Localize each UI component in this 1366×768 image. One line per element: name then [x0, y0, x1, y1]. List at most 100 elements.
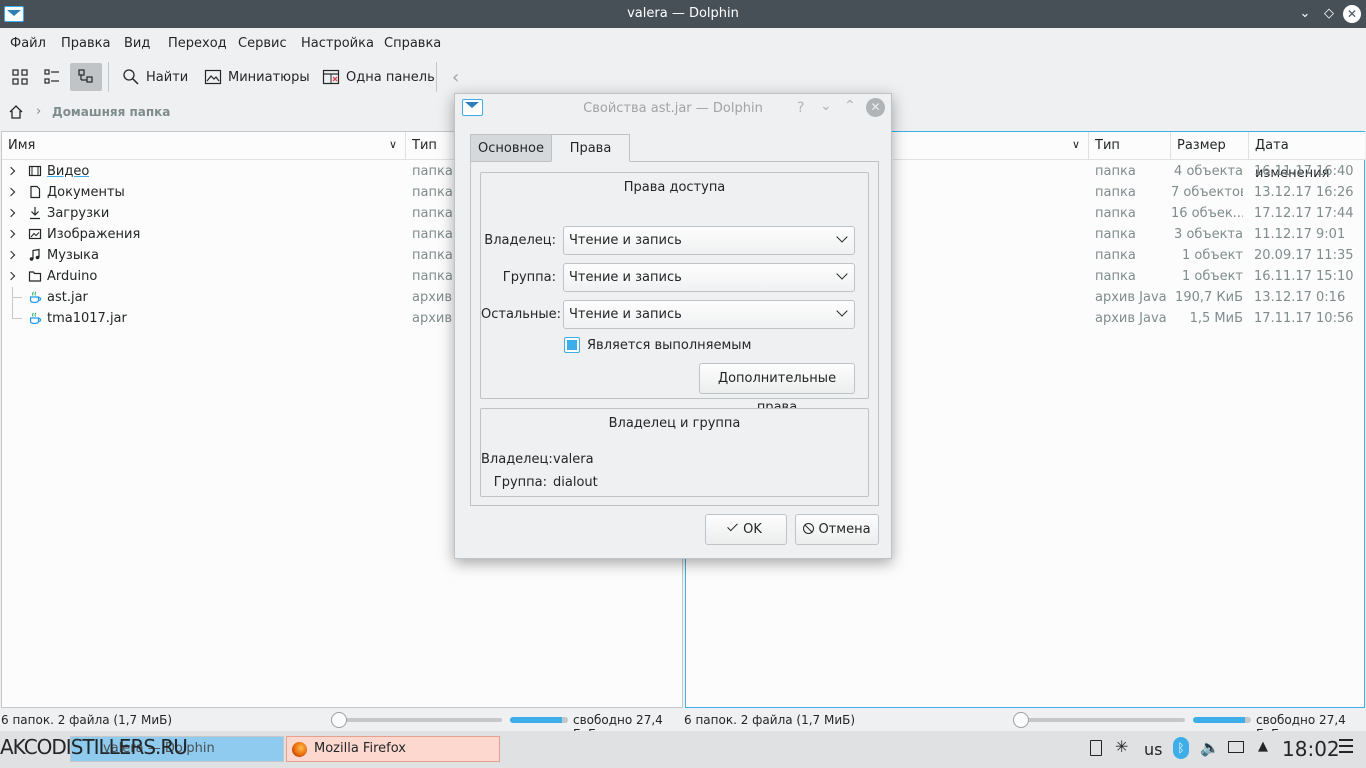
expand-arrow-icon[interactable]	[6, 229, 16, 239]
home-icon[interactable]	[8, 104, 24, 120]
find-button[interactable]: Найти	[118, 63, 192, 91]
table-row[interactable]: папка 1 объект 20.09.17 11:35	[893, 245, 1365, 266]
group-permission-select[interactable]: Чтение и запись	[563, 263, 855, 292]
table-row[interactable]: ast.jar архив Ja	[2, 287, 454, 308]
table-row[interactable]: папка 7 объектов 13.12.17 16:26	[893, 182, 1365, 203]
clipboard-icon[interactable]	[1090, 740, 1102, 756]
expand-arrow-icon[interactable]	[6, 250, 16, 260]
table-row[interactable]: Изображения папка	[2, 224, 454, 245]
breadcrumb-location[interactable]: Домашняя папка	[52, 105, 170, 119]
menu-edit[interactable]: Правка	[61, 36, 110, 51]
zoom-slider-handle[interactable]	[1013, 712, 1029, 728]
network-icon[interactable]: ✳	[1115, 737, 1128, 756]
table-row[interactable]: Видео папка	[2, 161, 454, 182]
bluetooth-icon[interactable]: ᛒ	[1173, 737, 1189, 759]
expand-arrow-icon[interactable]	[6, 208, 16, 218]
advanced-permissions-button[interactable]: Дополнительные права	[699, 363, 855, 415]
expand-arrow-icon[interactable]	[6, 166, 16, 176]
image-icon	[28, 228, 42, 240]
table-row[interactable]: Музыка папка	[2, 245, 454, 266]
menu-settings[interactable]: Настройка	[301, 36, 374, 51]
table-row[interactable]: Загрузки папка	[2, 203, 454, 224]
chevron-left-icon: ‹	[452, 66, 460, 88]
file-type: папка	[412, 248, 453, 263]
ok-button[interactable]: OK	[705, 514, 787, 545]
volume-icon[interactable]: 🔈	[1200, 738, 1220, 757]
compact-view-icon	[44, 69, 59, 84]
table-row[interactable]: архив Java 1,5 МиБ 17.11.17 10:56	[893, 308, 1365, 329]
expand-arrow-icon[interactable]	[6, 271, 16, 281]
table-row[interactable]: папка 1 объект 16.11.17 15:10	[893, 266, 1365, 287]
file-type: папка	[1095, 185, 1136, 200]
clock[interactable]: 18:02	[1282, 737, 1340, 761]
free-space-bar	[1193, 717, 1251, 723]
menu-file[interactable]: Файл	[10, 36, 46, 51]
help-icon[interactable]: ?	[797, 100, 804, 116]
left-status-bar: 6 папок. 2 файла (1,7 МиБ) свободно 27,4…	[0, 709, 684, 741]
close-icon[interactable]: ✕	[1343, 5, 1361, 23]
icons-view-button[interactable]	[6, 63, 34, 91]
minimize-icon[interactable]: ⌄	[1296, 5, 1314, 23]
permissions-panel: Права доступа Владелец: Чтение и запись …	[470, 161, 879, 506]
table-row[interactable]: Arduino папка	[2, 266, 454, 287]
split-button[interactable]: Одна панель	[318, 63, 439, 91]
maximize-icon[interactable]: ⌃	[844, 98, 856, 114]
maximize-icon[interactable]: ◇	[1320, 5, 1338, 23]
column-size-header[interactable]: Размер	[1171, 132, 1249, 160]
expand-arrow-icon[interactable]	[6, 187, 16, 197]
table-row[interactable]: папка 3 объекта 11.12.17 9:01	[893, 224, 1365, 245]
close-icon[interactable]: ✕	[866, 98, 885, 117]
others-permission-select[interactable]: Чтение и запись	[563, 300, 855, 329]
table-row[interactable]: tma1017.jar архив Ja	[2, 308, 454, 329]
table-row[interactable]: папка 16 объек... 17.12.17 17:44	[893, 203, 1365, 224]
display-icon[interactable]	[1228, 741, 1244, 753]
zoom-slider[interactable]	[1020, 718, 1185, 722]
window-titlebar[interactable]: valera — Dolphin ⌄ ◇ ✕	[0, 0, 1366, 28]
chevron-down-icon: ∨	[1071, 138, 1080, 151]
tab-general[interactable]: Основное	[470, 134, 551, 162]
watermark: AKCODISTILLERS.RU	[0, 735, 188, 759]
keyboard-layout[interactable]: us	[1144, 740, 1162, 759]
column-type-header[interactable]: Тип	[1089, 132, 1171, 160]
menu-tools[interactable]: Сервис	[238, 36, 287, 51]
cancel-button[interactable]: Отмена	[795, 514, 879, 545]
menu-help[interactable]: Справка	[384, 36, 441, 51]
zoom-slider[interactable]	[338, 718, 502, 722]
ownership-owner-label: Владелец:	[481, 452, 553, 467]
file-modified: 13.12.17 0:16	[1254, 290, 1346, 305]
table-row[interactable]: архив Java 190,7 КиБ 13.12.17 0:16	[893, 287, 1365, 308]
menu-view[interactable]: Вид	[124, 36, 150, 51]
ownership-group-title: Владелец и группа	[608, 416, 741, 431]
minimize-icon[interactable]: ⌄	[820, 98, 832, 114]
details-view-button[interactable]	[70, 63, 102, 91]
tab-permissions[interactable]: Права	[551, 134, 630, 162]
firefox-icon	[292, 742, 307, 757]
executable-checkbox[interactable]	[564, 337, 580, 353]
file-modified: 17.11.17 10:56	[1254, 311, 1354, 326]
split-label: Одна панель	[346, 69, 435, 85]
ownership-group-label: Группа:	[493, 475, 547, 490]
java-icon	[29, 291, 42, 304]
taskbar: AKCODISTILLERS.RU valera — Dolphin Mozil…	[0, 731, 1366, 768]
column-name-header[interactable]: Имя ∨	[2, 132, 406, 160]
ownership-owner-value: valera	[553, 452, 594, 467]
table-row[interactable]: Документы папка	[2, 182, 454, 203]
preview-button[interactable]: Миниатюры	[200, 63, 314, 91]
file-name: ast.jar	[47, 290, 88, 305]
file-modified: 17.12.17 17:44	[1254, 206, 1354, 221]
window-title: valera — Dolphin	[627, 6, 739, 21]
column-modified-header[interactable]: Дата изменения	[1249, 132, 1365, 181]
tray-expand-icon[interactable]: ▲	[1258, 739, 1268, 754]
column-name-header-right[interactable]: ∨	[893, 132, 1089, 160]
back-button[interactable]: ‹	[448, 63, 463, 91]
table-row[interactable]: папка 4 объекта 16.11.17 16:40	[893, 161, 1365, 182]
cancel-icon	[803, 523, 815, 534]
menu-go[interactable]: Переход	[168, 36, 227, 51]
image-icon	[204, 69, 222, 85]
compact-view-button[interactable]	[38, 63, 66, 91]
menu-icon[interactable]	[1339, 739, 1353, 753]
owner-permission-select[interactable]: Чтение и запись	[563, 226, 855, 255]
menu-bar: Файл Правка Вид Переход Сервис Настройка…	[0, 28, 1366, 58]
task-firefox[interactable]: Mozilla Firefox	[286, 736, 500, 762]
zoom-slider-handle[interactable]	[331, 712, 347, 728]
